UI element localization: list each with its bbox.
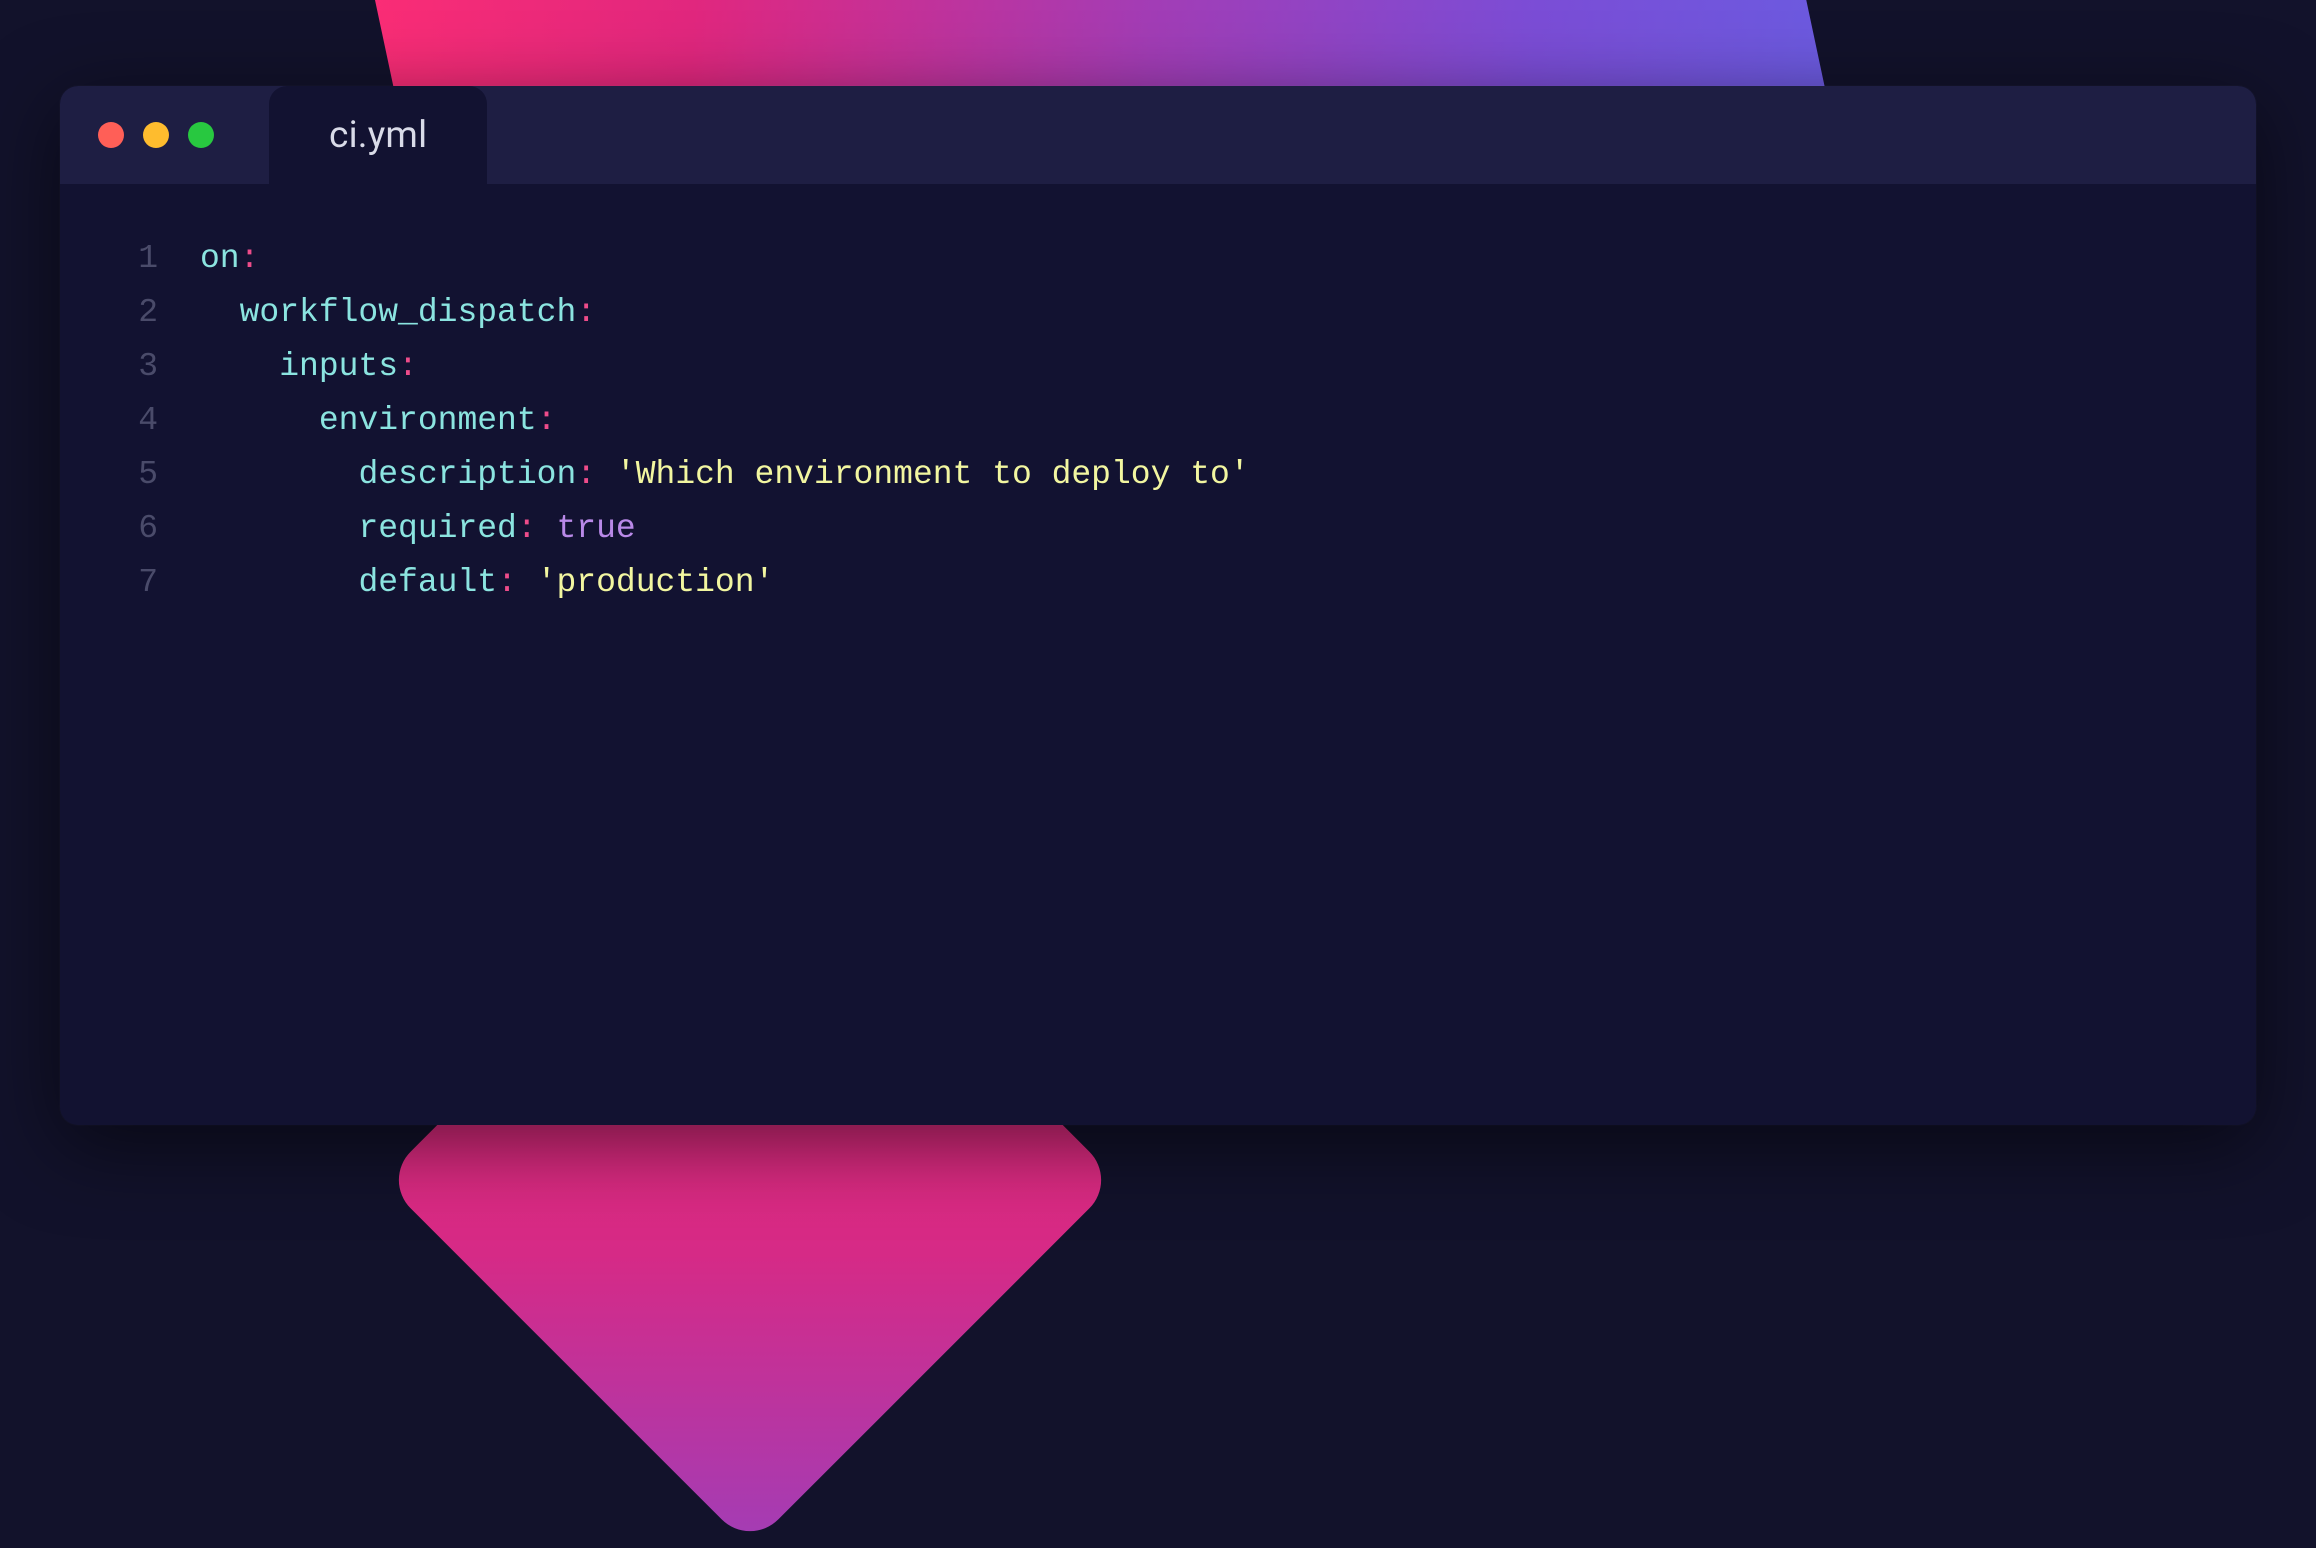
token-key: on [200, 240, 240, 277]
line-content: environment: [200, 394, 556, 448]
line-number: 6 [60, 502, 200, 556]
code-line[interactable]: 7 default: 'production' [60, 556, 2256, 610]
code-line[interactable]: 3 inputs: [60, 340, 2256, 394]
line-number: 2 [60, 286, 200, 340]
token-plain [596, 456, 616, 493]
code-line[interactable]: 6 required: true [60, 502, 2256, 556]
line-content: workflow_dispatch: [200, 286, 596, 340]
line-content: description: 'Which environment to deplo… [200, 448, 1250, 502]
token-key: workflow_dispatch [240, 294, 577, 331]
code-editor[interactable]: 1on:2 workflow_dispatch:3 inputs:4 envir… [60, 184, 2256, 1125]
token-key: required [358, 510, 516, 547]
token-key: default [358, 564, 497, 601]
line-number: 5 [60, 448, 200, 502]
line-number: 7 [60, 556, 200, 610]
token-str: 'production' [537, 564, 775, 601]
token-colon: : [398, 348, 418, 385]
token-colon: : [497, 564, 517, 601]
token-colon: : [537, 402, 557, 439]
titlebar: ci.yml [60, 86, 2256, 184]
close-icon[interactable] [98, 122, 124, 148]
zoom-icon[interactable] [188, 122, 214, 148]
token-plain [537, 510, 557, 547]
code-line[interactable]: 2 workflow_dispatch: [60, 286, 2256, 340]
minimize-icon[interactable] [143, 122, 169, 148]
line-content: default: 'production' [200, 556, 774, 610]
token-const: true [557, 510, 636, 547]
line-number: 4 [60, 394, 200, 448]
token-colon: : [576, 456, 596, 493]
line-content: inputs: [200, 340, 418, 394]
token-key: inputs [279, 348, 398, 385]
code-line[interactable]: 5 description: 'Which environment to dep… [60, 448, 2256, 502]
token-colon: : [576, 294, 596, 331]
code-line[interactable]: 4 environment: [60, 394, 2256, 448]
code-line[interactable]: 1on: [60, 232, 2256, 286]
token-plain [517, 564, 537, 601]
token-str: 'Which environment to deploy to' [616, 456, 1250, 493]
token-key: description [358, 456, 576, 493]
tab-label: ci.yml [329, 114, 427, 157]
line-number: 1 [60, 232, 200, 286]
token-key: environment [319, 402, 537, 439]
token-colon: : [517, 510, 537, 547]
tab-ci-yml[interactable]: ci.yml [269, 86, 487, 184]
token-colon: : [240, 240, 260, 277]
editor-window: ci.yml 1on:2 workflow_dispatch:3 inputs:… [60, 86, 2256, 1125]
line-content: on: [200, 232, 259, 286]
line-content: required: true [200, 502, 636, 556]
window-controls [60, 86, 269, 184]
line-number: 3 [60, 340, 200, 394]
